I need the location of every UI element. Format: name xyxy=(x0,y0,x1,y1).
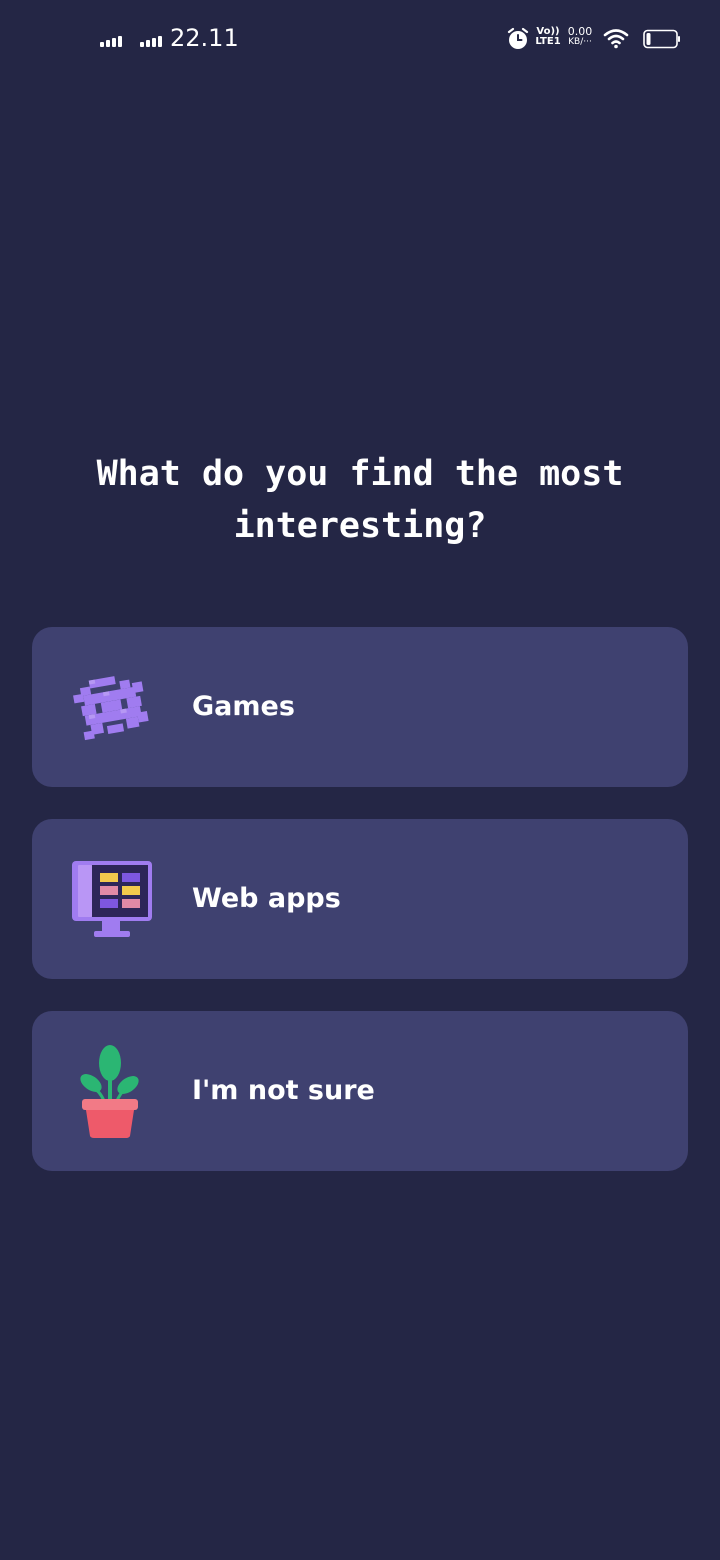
network-speed: 0.00 KB/··· xyxy=(564,25,596,47)
pixel-creature-icon xyxy=(73,676,149,741)
alarm-icon xyxy=(507,27,529,49)
status-bar: 22.11 Vo)) LTE1 0.00 KB/··· xyxy=(0,0,720,80)
battery-level-fill xyxy=(646,33,651,45)
option-games[interactable]: Games xyxy=(32,627,688,787)
battery-icon xyxy=(643,29,680,49)
volte-indicator: Vo)) LTE1 xyxy=(533,27,563,47)
monitor-icon xyxy=(72,861,152,937)
signal-strength-2-icon xyxy=(140,36,164,47)
network-speed-value: 0.00 xyxy=(567,25,593,38)
network-speed-unit: KB/··· xyxy=(568,37,592,47)
potted-plant-icon xyxy=(80,1045,139,1138)
wifi-icon xyxy=(603,29,629,49)
volte-bottom-label: LTE1 xyxy=(535,36,561,47)
option-not-sure[interactable]: I'm not sure xyxy=(32,1011,688,1171)
signal-strength-1-icon xyxy=(100,36,124,47)
status-time: 22.11 xyxy=(170,24,239,52)
question-title: What do you find the most interesting? xyxy=(96,454,624,546)
option-web-apps[interactable]: Web apps xyxy=(32,819,688,979)
option-not-sure-label: I'm not sure xyxy=(192,1075,375,1106)
option-games-label: Games xyxy=(192,691,295,722)
option-web-apps-label: Web apps xyxy=(192,883,341,914)
